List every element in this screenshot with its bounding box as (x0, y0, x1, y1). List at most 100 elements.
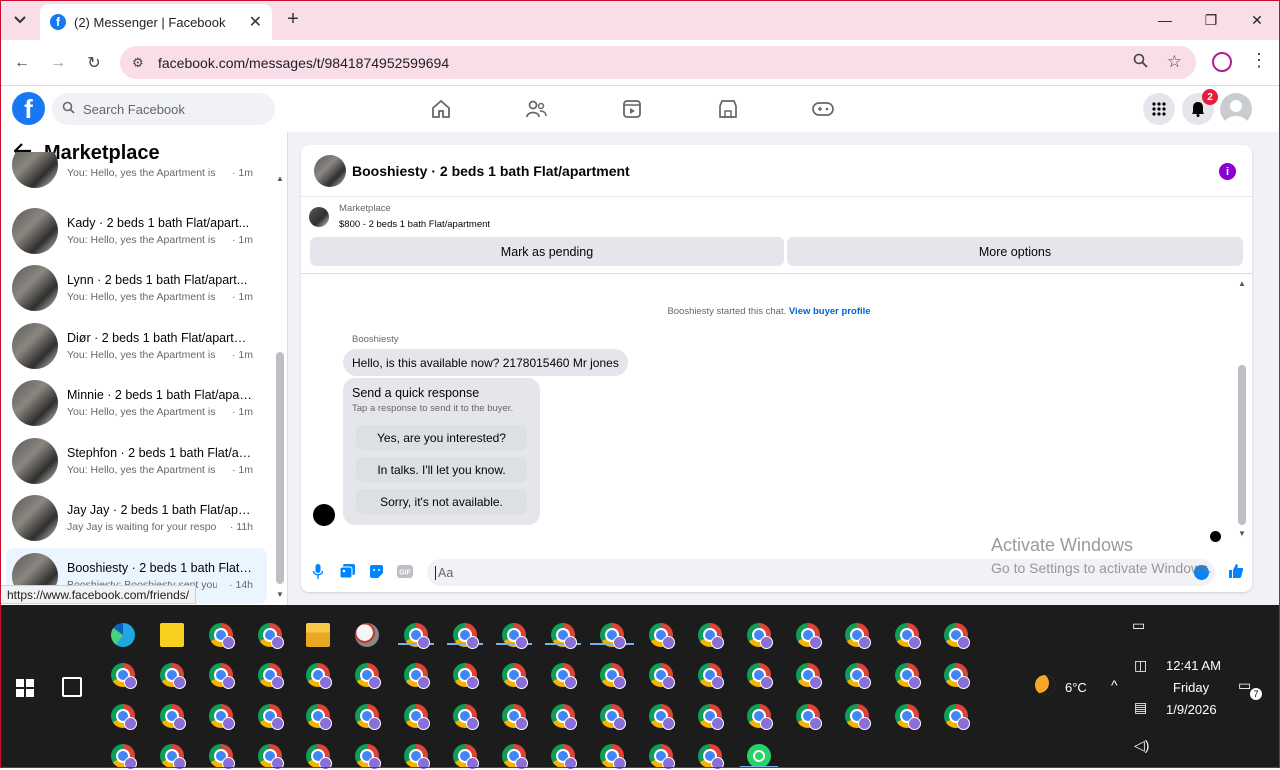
task-view-icon[interactable] (62, 677, 82, 697)
chrome-app-icon[interactable] (160, 704, 186, 730)
marketplace-icon[interactable] (716, 98, 740, 120)
forward-button[interactable]: → (47, 52, 69, 74)
scroll-up-arrow-icon[interactable]: ▲ (1238, 279, 1246, 288)
zoom-icon[interactable] (1133, 53, 1148, 72)
edge-app-icon[interactable] (111, 623, 135, 647)
chrome-app-icon[interactable] (258, 663, 284, 689)
thumbs-up-icon[interactable] (1228, 563, 1244, 579)
view-buyer-profile-link[interactable]: View buyer profile (789, 306, 871, 317)
search-input[interactable] (83, 101, 263, 117)
back-button[interactable]: ← (11, 52, 33, 74)
network-icon[interactable]: ▤ (1134, 699, 1147, 716)
chrome-app-icon[interactable] (649, 663, 675, 689)
video-icon[interactable] (620, 98, 644, 120)
chrome-app-icon[interactable] (600, 744, 626, 770)
profile-icon[interactable] (1212, 52, 1232, 72)
conversation-item[interactable]: Lynn · 2 beds 1 bath Flat/apart... You: H… (6, 260, 267, 316)
display-icon[interactable]: ▭ (1132, 617, 1145, 634)
bookmark-star-icon[interactable]: ☆ (1167, 52, 1182, 72)
chrome-app-icon[interactable] (502, 704, 528, 730)
chrome-app-icon[interactable] (404, 704, 430, 730)
chrome-app-icon[interactable] (944, 623, 970, 649)
weather-moon-icon[interactable] (1035, 675, 1055, 695)
conversation-item[interactable]: Jay Jay · 2 beds 1 bath Flat/apar... Jay … (6, 490, 267, 546)
chrome-app-icon[interactable] (796, 623, 822, 649)
chrome-app-icon[interactable] (944, 663, 970, 689)
chrome-app-icon[interactable] (698, 623, 724, 649)
chrome-app-icon[interactable] (747, 704, 773, 730)
chrome-app-icon[interactable] (747, 623, 773, 649)
conversation-item[interactable]: Kady · 2 beds 1 bath Flat/apart... You: H… (6, 203, 267, 259)
chrome-app-icon[interactable] (258, 744, 284, 770)
chrome-app-icon[interactable] (502, 663, 528, 689)
chrome-app-icon[interactable] (698, 744, 724, 770)
more-options-button[interactable]: More options (787, 237, 1243, 266)
chrome-app-icon[interactable] (111, 704, 137, 730)
close-window-button[interactable]: ✕ (1234, 8, 1280, 32)
chrome-app-icon[interactable] (306, 744, 332, 770)
chrome-app-icon[interactable] (747, 663, 773, 689)
chrome-app-icon[interactable] (649, 704, 675, 730)
chrome-app-icon[interactable] (453, 744, 479, 770)
gif-icon[interactable]: GIF (397, 563, 413, 579)
chrome-app-icon[interactable] (258, 623, 284, 649)
clock-day[interactable]: Friday (1173, 680, 1209, 695)
chrome-app-icon[interactable] (111, 744, 137, 770)
info-icon[interactable]: i (1219, 163, 1236, 180)
chrome-app-icon[interactable] (551, 704, 577, 730)
chrome-app-icon[interactable] (845, 623, 871, 649)
conversation-item[interactable]: You: Hello, yes the Apartment is st... · … (6, 152, 267, 196)
chrome-app-icon[interactable] (160, 744, 186, 770)
facebook-search[interactable] (52, 93, 275, 125)
chrome-app-icon[interactable] (209, 704, 235, 730)
chrome-app-icon[interactable] (551, 744, 577, 770)
volume-icon[interactable]: ◁) (1134, 737, 1149, 754)
chrome-app-icon[interactable] (258, 704, 284, 730)
chrome-app-icon[interactable] (845, 663, 871, 689)
temperature[interactable]: 6°C (1065, 680, 1087, 695)
chat-avatar[interactable] (314, 154, 346, 187)
conversation-item[interactable]: Diør · 2 beds 1 bath Flat/apartm... You: … (6, 318, 267, 374)
chrome-app-icon[interactable] (895, 623, 921, 649)
quick-response-option[interactable]: In talks. I'll let you know. (356, 457, 527, 482)
chrome-app-icon[interactable] (209, 744, 235, 770)
file-explorer-app-icon[interactable] (306, 623, 330, 647)
close-tab-icon[interactable]: ✕ (249, 12, 262, 32)
whatsapp-app-icon[interactable] (747, 744, 771, 768)
new-tab-button[interactable]: + (282, 8, 304, 30)
chrome-app-icon[interactable] (895, 663, 921, 689)
chrome-app-icon[interactable] (698, 663, 724, 689)
message-bubble[interactable]: Hello, is this available now? 2178015460… (343, 349, 628, 376)
clock-time[interactable]: 12:41 AM (1166, 658, 1221, 673)
quick-response-option[interactable]: Sorry, it's not available. (356, 489, 527, 514)
chrome-app-icon[interactable] (453, 704, 479, 730)
chrome-app-icon[interactable] (355, 663, 381, 689)
gaming-icon[interactable] (811, 98, 835, 120)
address-bar[interactable]: ⚙ facebook.com/messages/t/98418749525996… (120, 46, 1196, 79)
chrome-app-icon[interactable] (502, 744, 528, 770)
paint-app-icon[interactable] (355, 623, 379, 647)
menu-kebab-icon[interactable]: ⋮ (1250, 50, 1268, 71)
tab-search-button[interactable] (8, 8, 32, 32)
chrome-app-icon[interactable] (600, 704, 626, 730)
reload-button[interactable]: ↻ (83, 52, 105, 74)
chrome-app-icon[interactable] (796, 663, 822, 689)
chrome-app-icon[interactable] (355, 704, 381, 730)
conversation-item[interactable]: Minnie · 2 beds 1 bath Flat/apar... You: … (6, 375, 267, 431)
chrome-app-icon[interactable] (355, 744, 381, 770)
show-hidden-icons-chevron-icon[interactable]: ^ (1111, 677, 1118, 693)
chrome-app-icon[interactable] (404, 663, 430, 689)
conversation-list-scrollbar[interactable] (276, 352, 284, 584)
quick-response-option[interactable]: Yes, are you interested? (356, 425, 527, 450)
scroll-down-arrow-icon[interactable]: ▼ (276, 590, 284, 599)
chrome-app-icon[interactable] (600, 663, 626, 689)
account-avatar[interactable] (1220, 93, 1252, 125)
chrome-app-icon[interactable] (160, 663, 186, 689)
sender-avatar[interactable] (313, 504, 335, 526)
conversation-item[interactable]: Stephfon · 2 beds 1 bath Flat/ap... You: … (6, 433, 267, 489)
chrome-app-icon[interactable] (944, 704, 970, 730)
chat-title[interactable]: Booshiesty · 2 beds 1 bath Flat/apartmen… (352, 163, 630, 179)
chrome-app-icon[interactable] (698, 704, 724, 730)
clock-date[interactable]: 1/9/2026 (1166, 702, 1217, 717)
photo-icon[interactable] (339, 563, 355, 579)
